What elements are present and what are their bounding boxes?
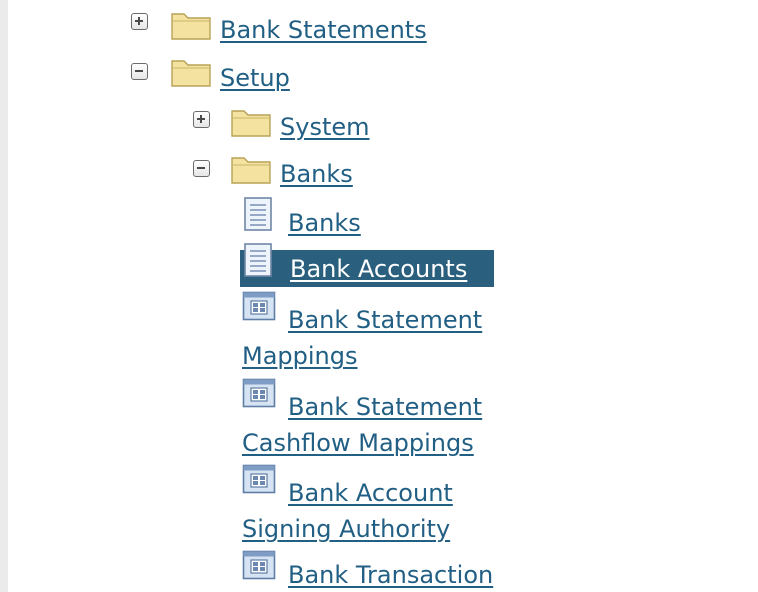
tree-link-setup[interactable]: Setup [220, 63, 290, 93]
tree-link-bank-statements[interactable]: Bank Statements [220, 15, 427, 45]
tree-link-banks-folder[interactable]: Banks [280, 159, 353, 189]
tree-link-bank-statement-mappings-line1[interactable]: Bank Statement [288, 305, 482, 335]
folder-icon [171, 60, 211, 87]
tree-link-bank-transaction[interactable]: Bank Transaction [288, 560, 493, 590]
folder-icon [231, 110, 271, 137]
tree-link-bank-statement-cashflow-line1[interactable]: Bank Statement [288, 392, 482, 422]
form-icon [242, 291, 276, 321]
tree-link-bank-account-signing-line1[interactable]: Bank Account [288, 478, 453, 508]
collapse-minus-icon[interactable] [193, 160, 210, 177]
navigator-tree: Bank Statements Setup System Banks Banks… [0, 0, 758, 592]
folder-icon [231, 157, 271, 184]
form-icon [242, 550, 276, 580]
collapse-minus-icon[interactable] [131, 63, 148, 80]
tree-link-bank-accounts[interactable]: Bank Accounts [290, 254, 467, 284]
expand-plus-icon[interactable] [131, 13, 148, 30]
tree-link-bank-account-signing-line2[interactable]: Signing Authority [242, 514, 450, 544]
tree-link-bank-statement-cashflow-line2[interactable]: Cashflow Mappings [242, 428, 474, 458]
document-icon [244, 197, 272, 231]
tree-link-system[interactable]: System [280, 112, 370, 142]
folder-icon [171, 13, 211, 40]
form-icon [242, 464, 276, 494]
document-icon [244, 243, 272, 277]
expand-plus-icon[interactable] [193, 111, 210, 128]
tree-link-banks[interactable]: Banks [288, 208, 361, 238]
tree-link-bank-statement-mappings-line2[interactable]: Mappings [242, 341, 358, 371]
form-icon [242, 378, 276, 408]
